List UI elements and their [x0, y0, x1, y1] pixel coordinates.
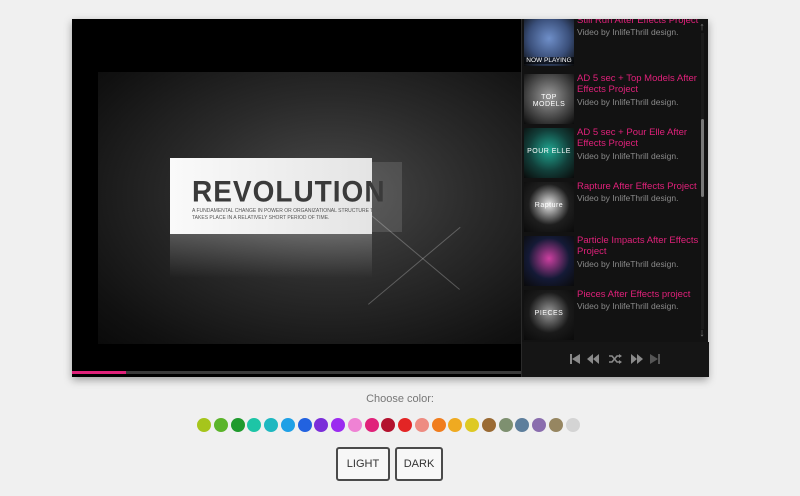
- video-thumbnail: NOW PLAYING: [524, 19, 574, 66]
- playlist-item-title[interactable]: AD 5 sec + Top Models After Effects Proj…: [577, 73, 699, 95]
- playlist-item[interactable]: POUR ELLE AD 5 sec + Pour Elle After Effe…: [522, 125, 702, 179]
- thumbnail-text: PIECES: [534, 310, 564, 317]
- color-swatch[interactable]: [264, 418, 278, 432]
- playlist: NOW PLAYING Still Run After Effects Proje…: [521, 19, 709, 377]
- playlist-item-title[interactable]: Still Run After Effects Project: [577, 19, 699, 26]
- color-swatch[interactable]: [532, 418, 546, 432]
- shuffle-icon[interactable]: [608, 352, 622, 366]
- color-swatch[interactable]: [465, 418, 479, 432]
- color-swatch[interactable]: [331, 418, 345, 432]
- previous-icon[interactable]: [586, 352, 600, 366]
- video-thumbnail: TOP MODELS: [524, 74, 574, 124]
- scroll-up-icon[interactable]: ↑: [696, 21, 708, 33]
- color-swatch[interactable]: [414, 418, 429, 432]
- video-thumbnail: [524, 236, 574, 286]
- thumbnail-text: TOP MODELS: [532, 94, 566, 108]
- color-swatch[interactable]: [297, 418, 312, 432]
- playlist-item-title[interactable]: AD 5 sec + Pour Elle After Effects Proje…: [577, 127, 699, 149]
- now-playing-badge: NOW PLAYING: [524, 57, 574, 64]
- playlist-item[interactable]: NOW PLAYING Still Run After Effects Proje…: [522, 19, 702, 67]
- color-swatch[interactable]: [314, 418, 329, 432]
- playlist-item-author: Video by InlifeThrill design.: [577, 27, 679, 37]
- playlist-items: NOW PLAYING Still Run After Effects Proje…: [522, 19, 709, 342]
- card-subtitle: A FUNDAMENTAL CHANGE IN POWER OR ORGANIZ…: [192, 208, 383, 221]
- color-swatch[interactable]: [381, 418, 396, 432]
- video-frame: ve REVOLUTION A FUNDAMENTAL CHANGE IN PO…: [98, 72, 521, 344]
- color-swatch[interactable]: [197, 418, 211, 432]
- playlist-item-author: Video by InlifeThrill design.: [577, 193, 679, 203]
- video-thumbnail: Rapture: [524, 182, 574, 232]
- playlist-item-title[interactable]: Rapture After Effects Project: [577, 181, 699, 192]
- color-swatch[interactable]: [498, 418, 513, 432]
- title-card: REVOLUTION A FUNDAMENTAL CHANGE IN POWER…: [170, 158, 385, 234]
- color-swatch[interactable]: [448, 418, 463, 432]
- card-title: REVOLUTION: [192, 175, 386, 208]
- video-thumbnail: POUR ELLE: [524, 128, 574, 178]
- light-theme-button[interactable]: LIGHT: [336, 447, 390, 481]
- thumbnail-text: Rapture: [534, 202, 564, 209]
- playlist-item-author: Video by InlifeThrill design.: [577, 301, 679, 311]
- last-icon[interactable]: [648, 352, 662, 366]
- playlist-item-author: Video by InlifeThrill design.: [577, 97, 679, 107]
- playlist-item[interactable]: PIECES Pieces After Effects project Video …: [522, 287, 702, 341]
- playlist-item-title[interactable]: Pieces After Effects project: [577, 289, 699, 300]
- color-swatch[interactable]: [347, 418, 362, 432]
- playlist-item-title[interactable]: Particle Impacts After Effects Project: [577, 235, 699, 257]
- playlist-item-author: Video by InlifeThrill design.: [577, 151, 679, 161]
- playlist-item[interactable]: TOP MODELS AD 5 sec + Top Models After Ef…: [522, 71, 702, 125]
- dark-theme-button[interactable]: DARK: [395, 447, 443, 481]
- progress-bar[interactable]: [72, 371, 521, 374]
- playlist-item[interactable]: Particle Impacts After Effects Project Vi…: [522, 233, 702, 287]
- color-swatch[interactable]: [548, 418, 563, 432]
- choose-color-label: Choose color:: [366, 393, 434, 405]
- color-swatch[interactable]: [481, 418, 496, 432]
- color-swatch[interactable]: [515, 418, 530, 432]
- color-swatch[interactable]: [398, 418, 412, 432]
- color-swatch[interactable]: [364, 418, 379, 432]
- video-thumbnail: PIECES: [524, 290, 574, 340]
- playlist-item[interactable]: Rapture Rapture After Effects Project Vide…: [522, 179, 702, 233]
- next-icon[interactable]: [630, 352, 644, 366]
- color-swatch[interactable]: [247, 418, 262, 432]
- color-swatch[interactable]: [280, 418, 295, 432]
- first-icon[interactable]: [568, 352, 582, 366]
- playlist-item-author: Video by InlifeThrill design.: [577, 259, 679, 269]
- thumbnail-text: POUR ELLE: [527, 148, 571, 155]
- video-area[interactable]: ve REVOLUTION A FUNDAMENTAL CHANGE IN PO…: [72, 19, 521, 374]
- card-reflection: [170, 234, 372, 278]
- color-swatch[interactable]: [213, 418, 228, 432]
- color-swatch[interactable]: [431, 418, 446, 432]
- video-player: ve REVOLUTION A FUNDAMENTAL CHANGE IN PO…: [72, 19, 709, 377]
- scroll-down-icon[interactable]: ↓: [696, 327, 708, 339]
- color-swatch[interactable]: [230, 418, 245, 432]
- color-swatch[interactable]: [565, 418, 580, 432]
- playlist-controls: [522, 342, 709, 377]
- progress-fill: [72, 371, 126, 374]
- scrollbar-thumb[interactable]: [701, 119, 704, 197]
